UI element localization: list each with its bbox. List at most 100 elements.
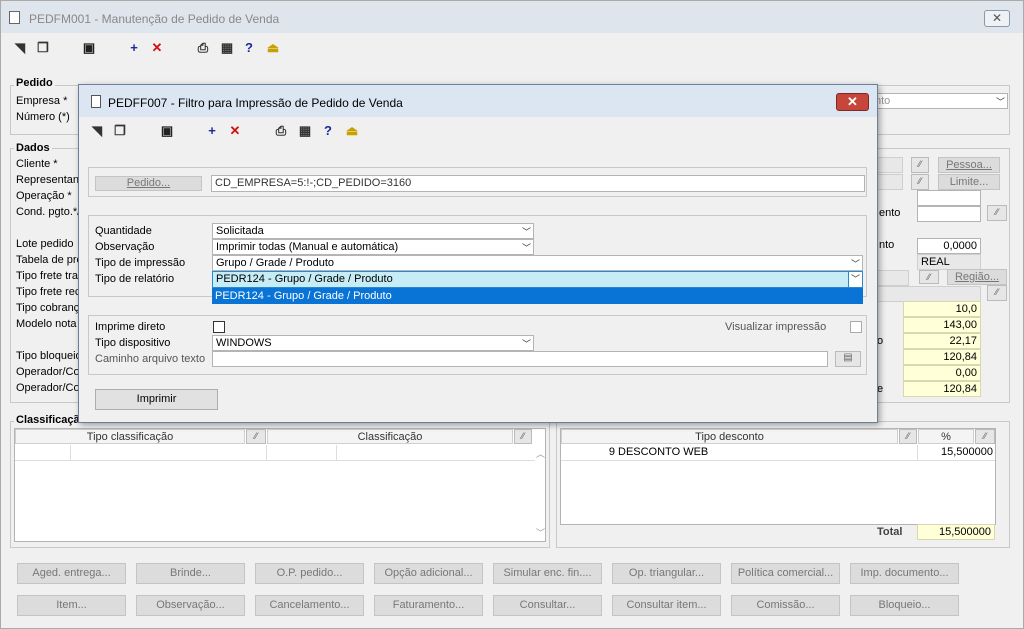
action-button[interactable]: Imp. documento... — [850, 563, 959, 584]
class-header-classificacao[interactable]: Classificação — [267, 429, 513, 444]
help-icon[interactable]: ? — [241, 40, 257, 56]
limite-button[interactable]: Limite... — [938, 174, 1000, 190]
regiao-button[interactable]: Região... — [947, 269, 1007, 285]
chevron-down-icon: ﹀ — [995, 97, 1005, 107]
tipo-dispositivo-select[interactable]: WINDOWS ﹀ — [212, 335, 534, 351]
tipo-relatorio-value: PEDR124 - Grupo / Grade / Produto — [216, 273, 393, 285]
tipo-relatorio-select[interactable]: PEDR124 - Grupo / Grade / Produto ﹀ — [212, 271, 863, 288]
action-button[interactable]: Comissão... — [731, 595, 840, 616]
desconto-header-pct[interactable]: % — [918, 429, 974, 444]
dados-label: Lote pedido — [16, 238, 74, 250]
action-button[interactable]: Consultar item... — [612, 595, 721, 616]
quantidade-label: Quantidade — [95, 225, 152, 237]
dropdown-option-selected[interactable]: PEDR124 - Grupo / Grade / Produto — [212, 288, 863, 304]
summary-value: 143,00 — [903, 317, 981, 333]
desconto-filter-icon-2[interactable]: ⁄⁄ — [975, 429, 995, 444]
cliente-search-icon[interactable]: ⁄⁄ — [911, 157, 929, 173]
dados-group-title: Dados — [14, 142, 52, 154]
pessoa-button[interactable]: Pessoa... — [938, 157, 1000, 173]
desconto-filter-icon[interactable]: ⁄⁄ — [899, 429, 917, 444]
representante-search-icon[interactable]: ⁄⁄ — [911, 174, 929, 190]
empresa-select[interactable]: nto ﹀ — [871, 93, 1008, 109]
quantidade-value: Solicitada — [216, 225, 264, 237]
dlg-help-icon[interactable]: ? — [320, 123, 336, 139]
action-button[interactable]: Política comercial... — [731, 563, 840, 584]
table-row[interactable] — [15, 445, 535, 461]
save-icon[interactable]: ▣ — [81, 40, 97, 56]
action-button[interactable]: Faturamento... — [374, 595, 483, 616]
dlg-print-icon[interactable]: ⎙ — [273, 123, 289, 139]
cond-pgto-field[interactable] — [917, 206, 981, 222]
dlg-add-icon[interactable]: + — [204, 123, 220, 139]
main-close-button[interactable]: ✕ — [984, 10, 1010, 27]
dados-label: Tipo cobranç — [16, 302, 80, 314]
action-button[interactable]: Cancelamento... — [255, 595, 364, 616]
action-button[interactable]: Consultar... — [493, 595, 602, 616]
pedido-filter-field[interactable]: CD_EMPRESA=5:!-;CD_PEDIDO=3160 — [211, 175, 865, 192]
dlg-save-icon[interactable]: ▣ — [159, 123, 175, 139]
class-scrollbar[interactable]: ︿ ﹀ — [535, 445, 546, 541]
action-button[interactable]: Op. triangular... — [612, 563, 721, 584]
imprimir-button[interactable]: Imprimir — [95, 389, 218, 410]
dlg-delete-icon[interactable]: ✕ — [227, 123, 243, 139]
cond-pgto-search-icon[interactable]: ⁄⁄ — [987, 205, 1007, 221]
print-icon[interactable]: ⎙ — [195, 40, 211, 56]
numero-label: Número (*) — [16, 111, 70, 123]
delete-icon[interactable]: ✕ — [149, 40, 165, 56]
frete-rec-search-icon[interactable]: ⁄⁄ — [987, 285, 1007, 301]
classificacao-list[interactable]: Tipo classificação ⁄⁄ Classificação ⁄⁄ ︿… — [14, 428, 546, 542]
nav-first-icon[interactable]: ◥ — [12, 40, 28, 56]
visualizar-checkbox[interactable] — [850, 321, 862, 333]
class-header-tipo[interactable]: Tipo classificação — [15, 429, 245, 444]
action-button[interactable]: Simular enc. fin.... — [493, 563, 602, 584]
lote-suffix: nto — [879, 239, 895, 251]
cliente-field[interactable] — [877, 157, 903, 173]
desconto-list[interactable]: Tipo desconto ⁄⁄ % ⁄⁄ 9 DESCONTO WEB 15,… — [560, 428, 996, 525]
chevron-down-icon: ﹀ — [521, 339, 531, 349]
desconto-pct: 15,500000 — [941, 446, 993, 458]
table-row[interactable]: 9 DESCONTO WEB 15,500000 — [561, 445, 995, 461]
frete-tra-field[interactable] — [877, 270, 909, 286]
grid-icon[interactable]: ▦ — [219, 40, 235, 56]
regiao-button-label: Região... — [954, 271, 1000, 283]
quantidade-select[interactable]: Solicitada ﹀ — [212, 223, 534, 239]
action-button[interactable]: Brinde... — [136, 563, 245, 584]
tipo-impressao-select[interactable]: Grupo / Grade / Produto ﹀ — [212, 255, 863, 271]
dados-label: Cliente * — [16, 158, 58, 170]
tabela-preco-field[interactable]: REAL — [917, 254, 981, 270]
dados-label: Operador/Co — [16, 382, 80, 394]
summary-value: 10,0 — [903, 301, 981, 317]
operacao-field[interactable] — [917, 190, 981, 206]
add-icon[interactable]: + — [126, 40, 142, 56]
action-button[interactable]: Aged. entrega... — [17, 563, 126, 584]
exit-icon[interactable]: ⏏ — [265, 40, 281, 56]
dlg-pedido-button[interactable]: Pedido... — [95, 176, 202, 191]
dialog-close-button[interactable]: ✕ — [836, 93, 869, 111]
caminho-field[interactable] — [212, 351, 828, 367]
representante-field[interactable] — [877, 174, 903, 190]
action-button[interactable]: Opção adicional... — [374, 563, 483, 584]
dlg-nav-first-icon[interactable]: ◥ — [89, 123, 105, 139]
class-filter-icon-2[interactable]: ⁄⁄ — [514, 429, 532, 444]
copy-icon[interactable]: ❐ — [35, 40, 51, 56]
desconto-header-tipo[interactable]: Tipo desconto — [561, 429, 898, 444]
action-button[interactable]: O.P. pedido... — [255, 563, 364, 584]
action-button[interactable]: Observação... — [136, 595, 245, 616]
chevron-down-icon[interactable]: ﹀ — [848, 272, 862, 287]
tipo-relatorio-label: Tipo de relatório — [95, 273, 175, 285]
dlg-copy-icon[interactable]: ❐ — [112, 123, 128, 139]
observacao-select[interactable]: Imprimir todas (Manual e automática) ﹀ — [212, 239, 534, 255]
action-button[interactable]: Item... — [17, 595, 126, 616]
frete-rec-field[interactable] — [877, 286, 981, 302]
imprime-direto-checkbox[interactable] — [213, 321, 225, 333]
tipo-dispositivo-value: WINDOWS — [216, 337, 272, 349]
lote-field[interactable]: 0,0000 — [917, 238, 981, 254]
action-button[interactable]: Bloqueio... — [850, 595, 959, 616]
dlg-grid-icon[interactable]: ▦ — [297, 123, 313, 139]
dialog-window-icon — [91, 95, 101, 108]
folder-browse-icon[interactable]: ▤ — [835, 351, 861, 367]
frete-search-icon[interactable]: ⁄⁄ — [919, 270, 939, 284]
summary-value: 120,84 — [903, 349, 981, 365]
dlg-exit-icon[interactable]: ⏏ — [344, 123, 360, 139]
class-filter-icon[interactable]: ⁄⁄ — [246, 429, 266, 444]
